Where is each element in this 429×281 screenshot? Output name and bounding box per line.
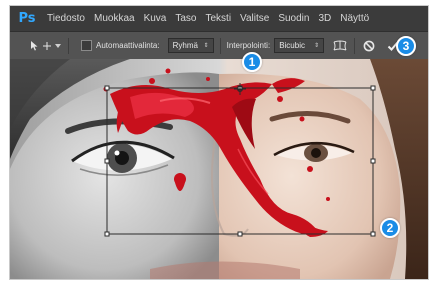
select-arrows-icon: ⇕ (203, 43, 209, 49)
menu-image[interactable]: Kuva (144, 13, 167, 24)
interpolation-label: Interpolointi: (226, 41, 271, 50)
interpolation-select-value: Bicubic (279, 41, 305, 50)
interpolation-select[interactable]: Bicubic ⇕ (274, 38, 325, 53)
document-canvas[interactable] (10, 59, 428, 279)
menu-filter[interactable]: Suodin (278, 13, 309, 24)
menu-select[interactable]: Valitse (240, 13, 269, 24)
menu-layer[interactable]: Taso (175, 13, 196, 24)
auto-select-label: Automaattivalinta: (96, 41, 160, 50)
menu-3d[interactable]: 3D (318, 13, 331, 24)
options-bar: Automaattivalinta: Ryhmä ⇕ Interpolointi… (10, 31, 428, 60)
separator (354, 37, 356, 54)
callout-3: 3 (396, 36, 416, 56)
photo-artwork (10, 59, 428, 279)
group-select-value: Ryhmä (172, 41, 198, 50)
separator (68, 37, 69, 54)
cancel-icon[interactable] (361, 40, 377, 52)
select-arrows-icon: ⇕ (314, 43, 320, 49)
menu-type[interactable]: Teksti (205, 13, 231, 24)
callout-2: 2 (380, 218, 400, 238)
menu-edit[interactable]: Muokkaa (94, 13, 135, 24)
move-tool-crosshair-icon (43, 41, 51, 50)
group-select[interactable]: Ryhmä ⇕ (167, 38, 214, 53)
menu-bar: Ps Tiedosto Muokkaa Kuva Taso Teksti Val… (10, 6, 428, 31)
photoshop-window: Ps Tiedosto Muokkaa Kuva Taso Teksti Val… (9, 5, 429, 280)
auto-select-checkbox[interactable] (81, 40, 92, 51)
menu-view[interactable]: Näyttö (340, 13, 369, 24)
app-logo: Ps (18, 11, 36, 26)
move-tool-icon[interactable] (28, 40, 42, 52)
menu-file[interactable]: Tiedosto (47, 13, 85, 24)
warp-icon[interactable] (332, 40, 348, 52)
chevron-down-icon[interactable] (54, 43, 62, 49)
separator (219, 37, 221, 54)
callout-1: 1 (242, 52, 262, 72)
